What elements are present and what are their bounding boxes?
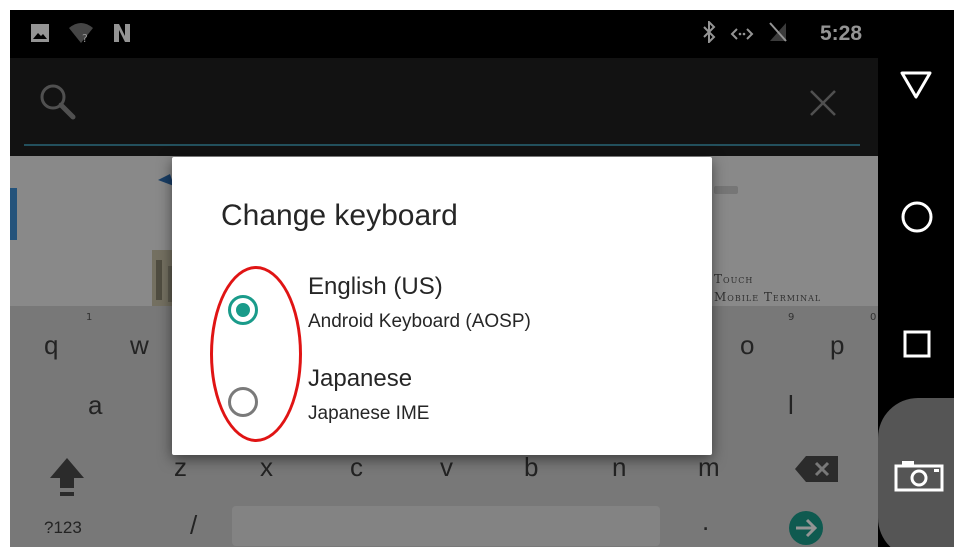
home-circle-icon[interactable] bbox=[900, 200, 934, 238]
option-label: English (US) bbox=[308, 273, 443, 300]
red-highlight-ellipse bbox=[210, 266, 302, 442]
camera-icon bbox=[894, 460, 944, 496]
option-sublabel: Android Keyboard (AOSP) bbox=[308, 311, 531, 332]
dialog-title: Change keyboard bbox=[221, 199, 458, 232]
option-sublabel: Japanese IME bbox=[308, 403, 430, 424]
option-label: Japanese bbox=[308, 365, 413, 392]
camera-button[interactable] bbox=[878, 398, 954, 547]
navigation-bar bbox=[878, 10, 954, 547]
device-screen: ? 5:28 Touch Mobile Terminal 1 q w 9 o 0… bbox=[10, 10, 954, 547]
recent-apps-square-icon[interactable] bbox=[903, 330, 931, 362]
back-triangle-icon[interactable] bbox=[900, 70, 932, 104]
